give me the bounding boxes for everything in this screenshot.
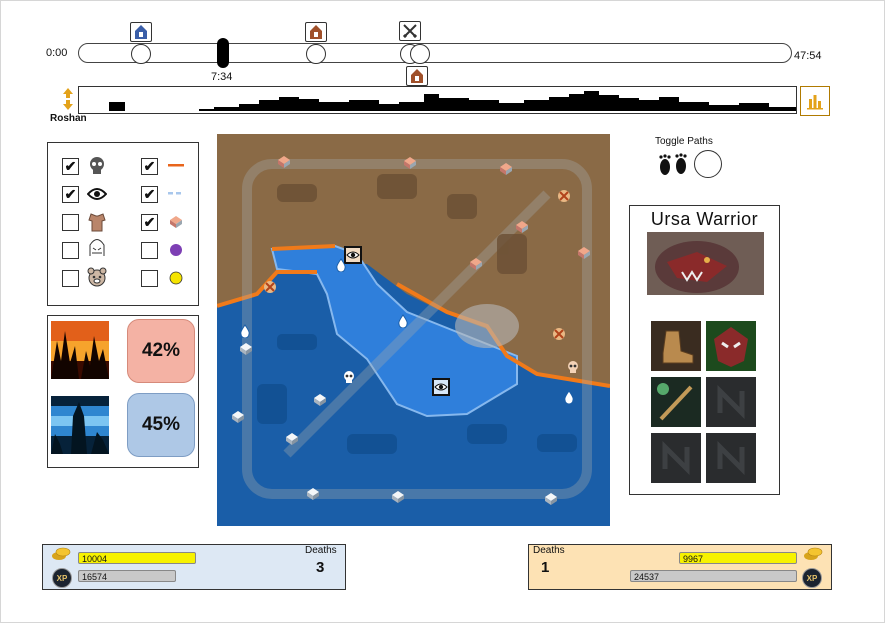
- radiant-tower-marker[interactable]: [231, 410, 245, 429]
- timeline-event-marker[interactable]: [410, 44, 430, 64]
- courier-icon: [86, 266, 108, 288]
- item-slot-empty[interactable]: [706, 433, 756, 483]
- radiant-tower-marker[interactable]: [544, 492, 558, 511]
- toggle-paths-label: Toggle Paths: [655, 136, 713, 147]
- timeline-start-label: 0:00: [46, 47, 68, 59]
- win-probability-panel: 42% 45%: [47, 315, 199, 468]
- dire-tower-marker[interactable]: [469, 257, 483, 276]
- dire-building-icon[interactable]: [305, 22, 327, 42]
- eye-icon: [86, 183, 108, 205]
- dire-tower-marker[interactable]: [515, 220, 529, 239]
- hero-panel: Ursa Warrior: [629, 205, 780, 495]
- filter-checkbox-yellow[interactable]: [141, 270, 158, 287]
- dire-tower-marker[interactable]: [277, 155, 291, 174]
- dire-tower-marker[interactable]: [577, 246, 591, 265]
- yellow-dot-icon: [165, 267, 187, 289]
- skull-icon: [86, 155, 108, 177]
- rune-drop-icon[interactable]: [563, 390, 575, 409]
- item-slot-mask[interactable]: [706, 321, 756, 371]
- radiant-tower-marker[interactable]: [239, 342, 253, 361]
- teamfight-marker-icon[interactable]: [263, 280, 277, 299]
- hero-portrait: [647, 232, 764, 295]
- dire-building-icon[interactable]: [406, 66, 428, 86]
- filter-checkbox-ancients[interactable]: [62, 242, 79, 259]
- radiant-tower-marker[interactable]: [306, 487, 320, 506]
- radiant-deaths-label: Deaths: [305, 545, 337, 556]
- roshan-activity-histogram[interactable]: [78, 86, 797, 114]
- teamfight-marker-icon[interactable]: [557, 189, 571, 208]
- dire-win-percentage: 42%: [127, 319, 195, 383]
- timeline-track[interactable]: [78, 43, 792, 63]
- dire-stats-panel: Deaths 1 9967 24537 XP: [528, 544, 832, 590]
- dire-deaths-count: 1: [541, 559, 550, 576]
- item-slot-empty[interactable]: [651, 433, 701, 483]
- xp-icon: XP: [802, 568, 822, 588]
- item-slot-empty[interactable]: [706, 377, 756, 427]
- filter-checkbox-items[interactable]: [62, 214, 79, 231]
- dire-tower-marker[interactable]: [499, 162, 513, 181]
- ancient-icon: [86, 237, 108, 259]
- radiant-tower-marker[interactable]: [391, 490, 405, 509]
- ward-marker-icon[interactable]: [432, 378, 450, 401]
- radiant-building-icon[interactable]: [130, 22, 152, 42]
- radiant-stats-panel: 10004 XP 16574 Deaths 3: [42, 544, 346, 590]
- dire-gold-bar: 9967: [679, 552, 797, 564]
- tower-icon: [165, 211, 187, 233]
- filter-checkbox-couriers[interactable]: [62, 270, 79, 287]
- dire-tower-marker[interactable]: [403, 156, 417, 175]
- filter-checkbox-dire-path[interactable]: ✔: [141, 158, 158, 175]
- xp-icon: XP: [52, 568, 72, 588]
- bar-chart-button[interactable]: [800, 86, 830, 116]
- histogram-label: Roshan: [50, 113, 87, 124]
- radiant-tower-marker[interactable]: [313, 393, 327, 412]
- toggle-paths-switch[interactable]: [694, 150, 722, 178]
- gold-coins-icon: [803, 547, 825, 561]
- radiant-win-percentage: 45%: [127, 393, 195, 457]
- timeline-current-time: 7:34: [211, 71, 233, 83]
- radiant-tower-marker[interactable]: [285, 432, 299, 451]
- dire-xp-bar: 24537: [630, 570, 797, 582]
- armor-icon: [86, 211, 108, 233]
- radiant-team-image: [51, 396, 109, 454]
- filter-checkbox-purple[interactable]: [141, 242, 158, 259]
- crossed-swords-icon[interactable]: [399, 21, 421, 41]
- rune-drop-icon[interactable]: [335, 258, 347, 277]
- filter-checkbox-towers[interactable]: ✔: [141, 214, 158, 231]
- hero-name: Ursa Warrior: [650, 209, 759, 229]
- orange-line-icon: [165, 155, 187, 177]
- teamfight-marker-icon[interactable]: [552, 327, 566, 346]
- timeline-end-label: 47:54: [794, 50, 822, 62]
- purple-dot-icon: [165, 239, 187, 261]
- dire-team-image: [51, 321, 109, 379]
- game-map[interactable]: [216, 134, 611, 526]
- radiant-deaths-count: 3: [316, 559, 325, 576]
- timeline-scrubber[interactable]: [217, 38, 229, 68]
- timeline-event-marker[interactable]: [306, 44, 326, 64]
- dire-deaths-label: Deaths: [533, 545, 565, 556]
- radiant-xp-bar: 16574: [78, 570, 176, 582]
- filter-checkbox-radiant-path[interactable]: ✔: [141, 186, 158, 203]
- gold-coins-icon: [51, 547, 73, 561]
- skull-icon[interactable]: [342, 370, 356, 389]
- rune-drop-icon[interactable]: [239, 324, 251, 343]
- filter-checkbox-kills[interactable]: ✔: [62, 158, 79, 175]
- filter-checkbox-wards[interactable]: ✔: [62, 186, 79, 203]
- item-slot-boots[interactable]: [651, 321, 701, 371]
- footprints-icon[interactable]: [657, 153, 691, 182]
- item-slot-wand[interactable]: [651, 377, 701, 427]
- timeline-event-marker[interactable]: [131, 44, 151, 64]
- rune-drop-icon[interactable]: [397, 314, 409, 333]
- roshan-swap-arrows-icon[interactable]: [62, 88, 74, 115]
- blue-dashed-line-icon: [165, 183, 187, 205]
- skull-icon[interactable]: [566, 360, 580, 379]
- map-filter-panel: ✔ ✔ ✔ ✔ ✔: [47, 142, 199, 306]
- radiant-gold-bar: 10004: [78, 552, 196, 564]
